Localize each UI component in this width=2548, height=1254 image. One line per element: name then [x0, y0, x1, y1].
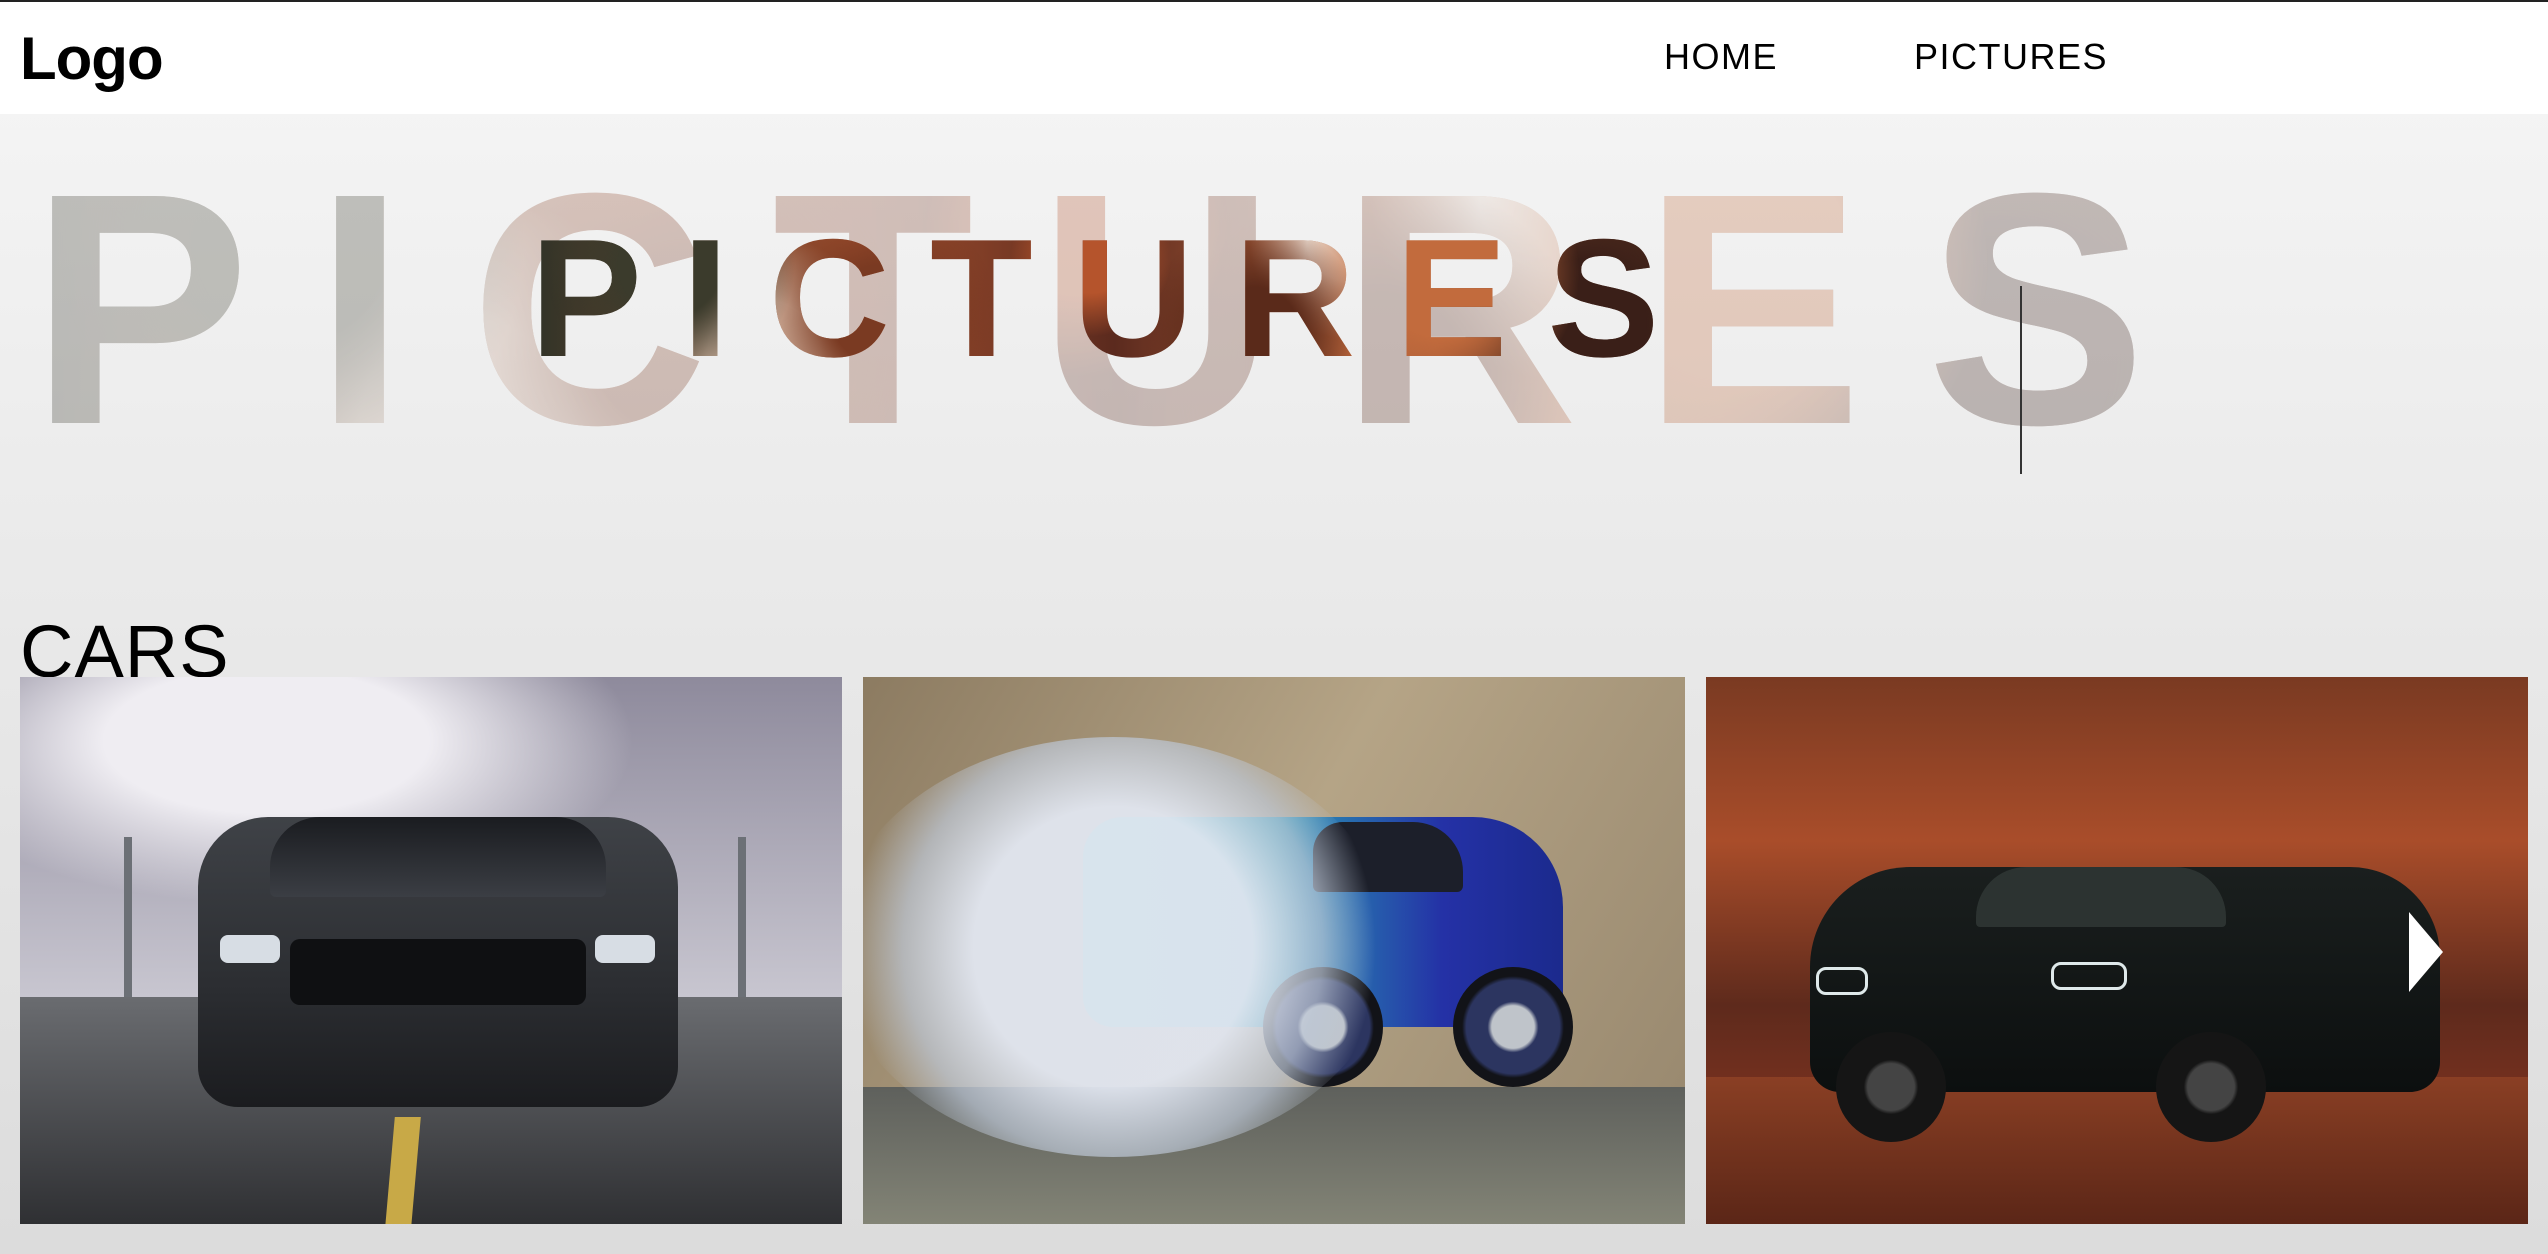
hero-title: PICTURES	[530, 204, 1700, 392]
car-gallery	[20, 677, 2528, 1224]
hero-banner: PICTURES PICTURES	[0, 114, 2548, 474]
logo[interactable]: Logo	[20, 24, 164, 93]
gallery-image-mustang[interactable]	[20, 677, 842, 1224]
chevron-right-icon[interactable]	[2409, 912, 2443, 992]
gallery-image-bmw[interactable]	[1706, 677, 2528, 1224]
gallery-image-drift-car[interactable]	[863, 677, 1685, 1224]
car-wheel	[1836, 1032, 1946, 1142]
site-header: Logo HOME PICTURES	[0, 2, 2548, 114]
lamp-post	[124, 837, 132, 997]
car-wheel	[1453, 967, 1573, 1087]
car-headlight	[220, 935, 280, 963]
image-leaf-ground	[1706, 1077, 2528, 1224]
car-grille	[290, 939, 586, 1005]
main-nav: HOME PICTURES	[1664, 36, 2108, 78]
lamp-post	[738, 837, 746, 997]
car-headlight	[2051, 962, 2127, 990]
nav-home-link[interactable]: HOME	[1664, 36, 1778, 78]
car-windshield	[1976, 867, 2226, 927]
text-cursor	[2020, 286, 2022, 474]
nav-pictures-link[interactable]: PICTURES	[1914, 36, 2108, 78]
car-headlight	[1816, 967, 1868, 995]
car-headlight	[595, 935, 655, 963]
car-windshield	[270, 817, 606, 897]
car-wheel	[2156, 1032, 2266, 1142]
